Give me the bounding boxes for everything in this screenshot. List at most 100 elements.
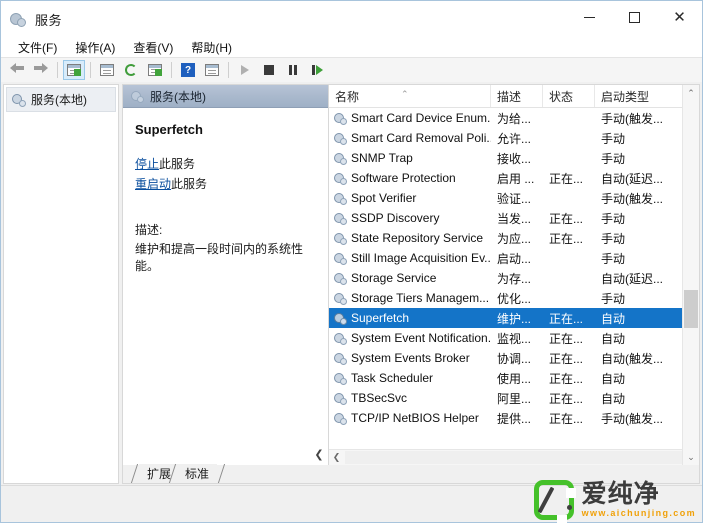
table-row[interactable]: TBSecSvc 阿里... 正在... 自动 [329, 388, 699, 408]
services-gear-icon [334, 132, 347, 145]
cell-description: 启用 ... [497, 171, 535, 186]
table-row[interactable]: System Events Broker 协调... 正在... 自动(触发... [329, 348, 699, 368]
services-gear-icon [334, 252, 347, 265]
table-row[interactable]: Task Scheduler 使用... 正在... 自动 [329, 368, 699, 388]
table-row[interactable]: SSDP Discovery 当发... 正在... 手动 [329, 208, 699, 228]
arrow-left-icon [9, 61, 25, 79]
table-row[interactable]: System Event Notification... 监视... 正在... 自动 [329, 328, 699, 348]
column-header-name-label: 名称 [335, 89, 360, 104]
forward-button[interactable] [30, 60, 52, 80]
services-gear-icon [334, 332, 347, 345]
horizontal-scrollbar-thumb[interactable] [345, 451, 683, 464]
export-icon [148, 64, 162, 76]
pause-service-button[interactable] [282, 60, 304, 80]
stop-service-link[interactable]: 停止 [135, 157, 159, 171]
window-controls: ✕ [567, 1, 702, 34]
pause-icon [289, 65, 297, 75]
scroll-up-button[interactable]: ⌃ [683, 85, 699, 101]
cell-description: 维护... [497, 311, 532, 326]
back-button[interactable] [6, 60, 28, 80]
service-name-label: Smart Card Device Enum... [351, 111, 491, 125]
table-row[interactable]: SNMP Trap 接收... 手动 [329, 148, 699, 168]
minimize-icon [584, 17, 595, 18]
menu-help[interactable]: 帮助(H) [182, 38, 241, 57]
table-row[interactable]: Spot Verifier 验证... 手动(触发... [329, 188, 699, 208]
cell-description: 验证... [497, 191, 532, 206]
panes-split: 服务(本地) Superfetch 停止此服务 重启动此服务 描述: 维护和提高… [123, 85, 699, 465]
help-button[interactable]: ? [177, 60, 199, 80]
column-header-status[interactable]: 状态 [543, 85, 595, 107]
service-name-label: System Events Broker [351, 351, 470, 365]
column-header-description[interactable]: 描述 [491, 85, 543, 107]
watermark-text: 爱纯净 www.aichunjing.com [581, 480, 696, 519]
refresh-button[interactable] [120, 60, 142, 80]
menu-file[interactable]: 文件(F) [9, 38, 66, 57]
minimize-button[interactable] [567, 1, 612, 34]
horizontal-scrollbar[interactable]: ❮ [329, 449, 699, 465]
scroll-left-button[interactable]: ❮ [329, 450, 344, 465]
vertical-scrollbar-thumb[interactable] [684, 290, 698, 328]
service-name-label: Storage Service [351, 271, 437, 285]
column-header-name[interactable]: 名称 ⌃ [329, 85, 491, 107]
cell-description: 接收... [497, 151, 532, 166]
show-hide-action-pane-button[interactable] [201, 60, 223, 80]
cell-service-name: System Events Broker [329, 351, 491, 365]
service-name-label: Superfetch [351, 311, 410, 325]
service-name-label: State Repository Service [351, 231, 484, 245]
table-row[interactable]: Still Image Acquisition Ev... 启动... 手动 [329, 248, 699, 268]
stop-icon [264, 65, 274, 75]
cell-service-name: TBSecSvc [329, 391, 491, 405]
cell-service-name: Storage Tiers Managem... [329, 291, 491, 305]
service-name-label: TCP/IP NetBIOS Helper [351, 411, 479, 425]
show-hide-console-tree-button[interactable] [63, 60, 85, 80]
cell-service-name: SSDP Discovery [329, 211, 491, 225]
detail-pane-header: 服务(本地) [123, 85, 328, 108]
services-gear-icon [334, 192, 347, 205]
table-row[interactable]: Storage Tiers Managem... 优化... 手动 [329, 288, 699, 308]
toolbar-separator [90, 62, 91, 78]
cell-description: 协调... [497, 351, 532, 366]
watermark-brand: 爱纯净 [581, 480, 660, 508]
table-row[interactable]: TCP/IP NetBIOS Helper 提供... 正在... 手动(触发... [329, 408, 699, 428]
table-row[interactable]: Software Protection 启用 ... 正在... 自动(延迟... [329, 168, 699, 188]
services-rows: Smart Card Device Enum... 为给... 手动(触发... Sm… [329, 108, 699, 449]
console-tree-icon [67, 64, 81, 76]
collapse-detail-pane-button[interactable]: ❮ [312, 446, 326, 462]
stop-service-button[interactable] [258, 60, 280, 80]
service-name-label: SSDP Discovery [351, 211, 440, 225]
cell-service-name: TCP/IP NetBIOS Helper [329, 411, 491, 425]
cell-description: 当发... [497, 211, 532, 226]
services-gear-icon [334, 232, 347, 245]
table-row[interactable]: Smart Card Device Enum... 为给... 手动(触发... [329, 108, 699, 128]
properties-button[interactable] [96, 60, 118, 80]
restart-service-button[interactable] [306, 60, 328, 80]
table-row[interactable]: Superfetch 维护... 正在... 自动 [329, 308, 699, 328]
services-gear-icon [10, 11, 28, 29]
services-gear-icon [334, 392, 347, 405]
menu-action[interactable]: 操作(A) [66, 38, 124, 57]
export-list-button[interactable] [144, 60, 166, 80]
cell-service-name: Smart Card Device Enum... [329, 111, 491, 125]
window-title: 服务 [35, 13, 63, 28]
toolbar-separator [57, 62, 58, 78]
close-button[interactable]: ✕ [657, 1, 702, 34]
arrow-right-icon [33, 61, 49, 79]
toolbar-separator [171, 62, 172, 78]
refresh-icon [125, 64, 137, 76]
restart-service-link[interactable]: 重启动 [135, 177, 171, 191]
scroll-down-button[interactable]: ⌄ [683, 449, 699, 465]
table-row[interactable]: State Repository Service 为应... 正在... 手动 [329, 228, 699, 248]
tree-item-services-local[interactable]: 服务(本地) [6, 87, 116, 112]
table-row[interactable]: Smart Card Removal Poli... 允许... 手动 [329, 128, 699, 148]
menu-view[interactable]: 查看(V) [124, 38, 182, 57]
cell-status: 正在... [549, 391, 584, 406]
toolbar: ? [1, 57, 702, 83]
table-row[interactable]: Storage Service 为存... 自动(延迟... [329, 268, 699, 288]
services-gear-icon [12, 93, 26, 107]
start-service-button[interactable] [234, 60, 256, 80]
cell-status: 正在... [549, 231, 584, 246]
tab-standard[interactable]: 标准 [177, 464, 218, 483]
vertical-scrollbar[interactable]: ⌃ ⌄ [682, 85, 699, 465]
maximize-button[interactable] [612, 1, 657, 34]
cell-service-name: State Repository Service [329, 231, 491, 245]
